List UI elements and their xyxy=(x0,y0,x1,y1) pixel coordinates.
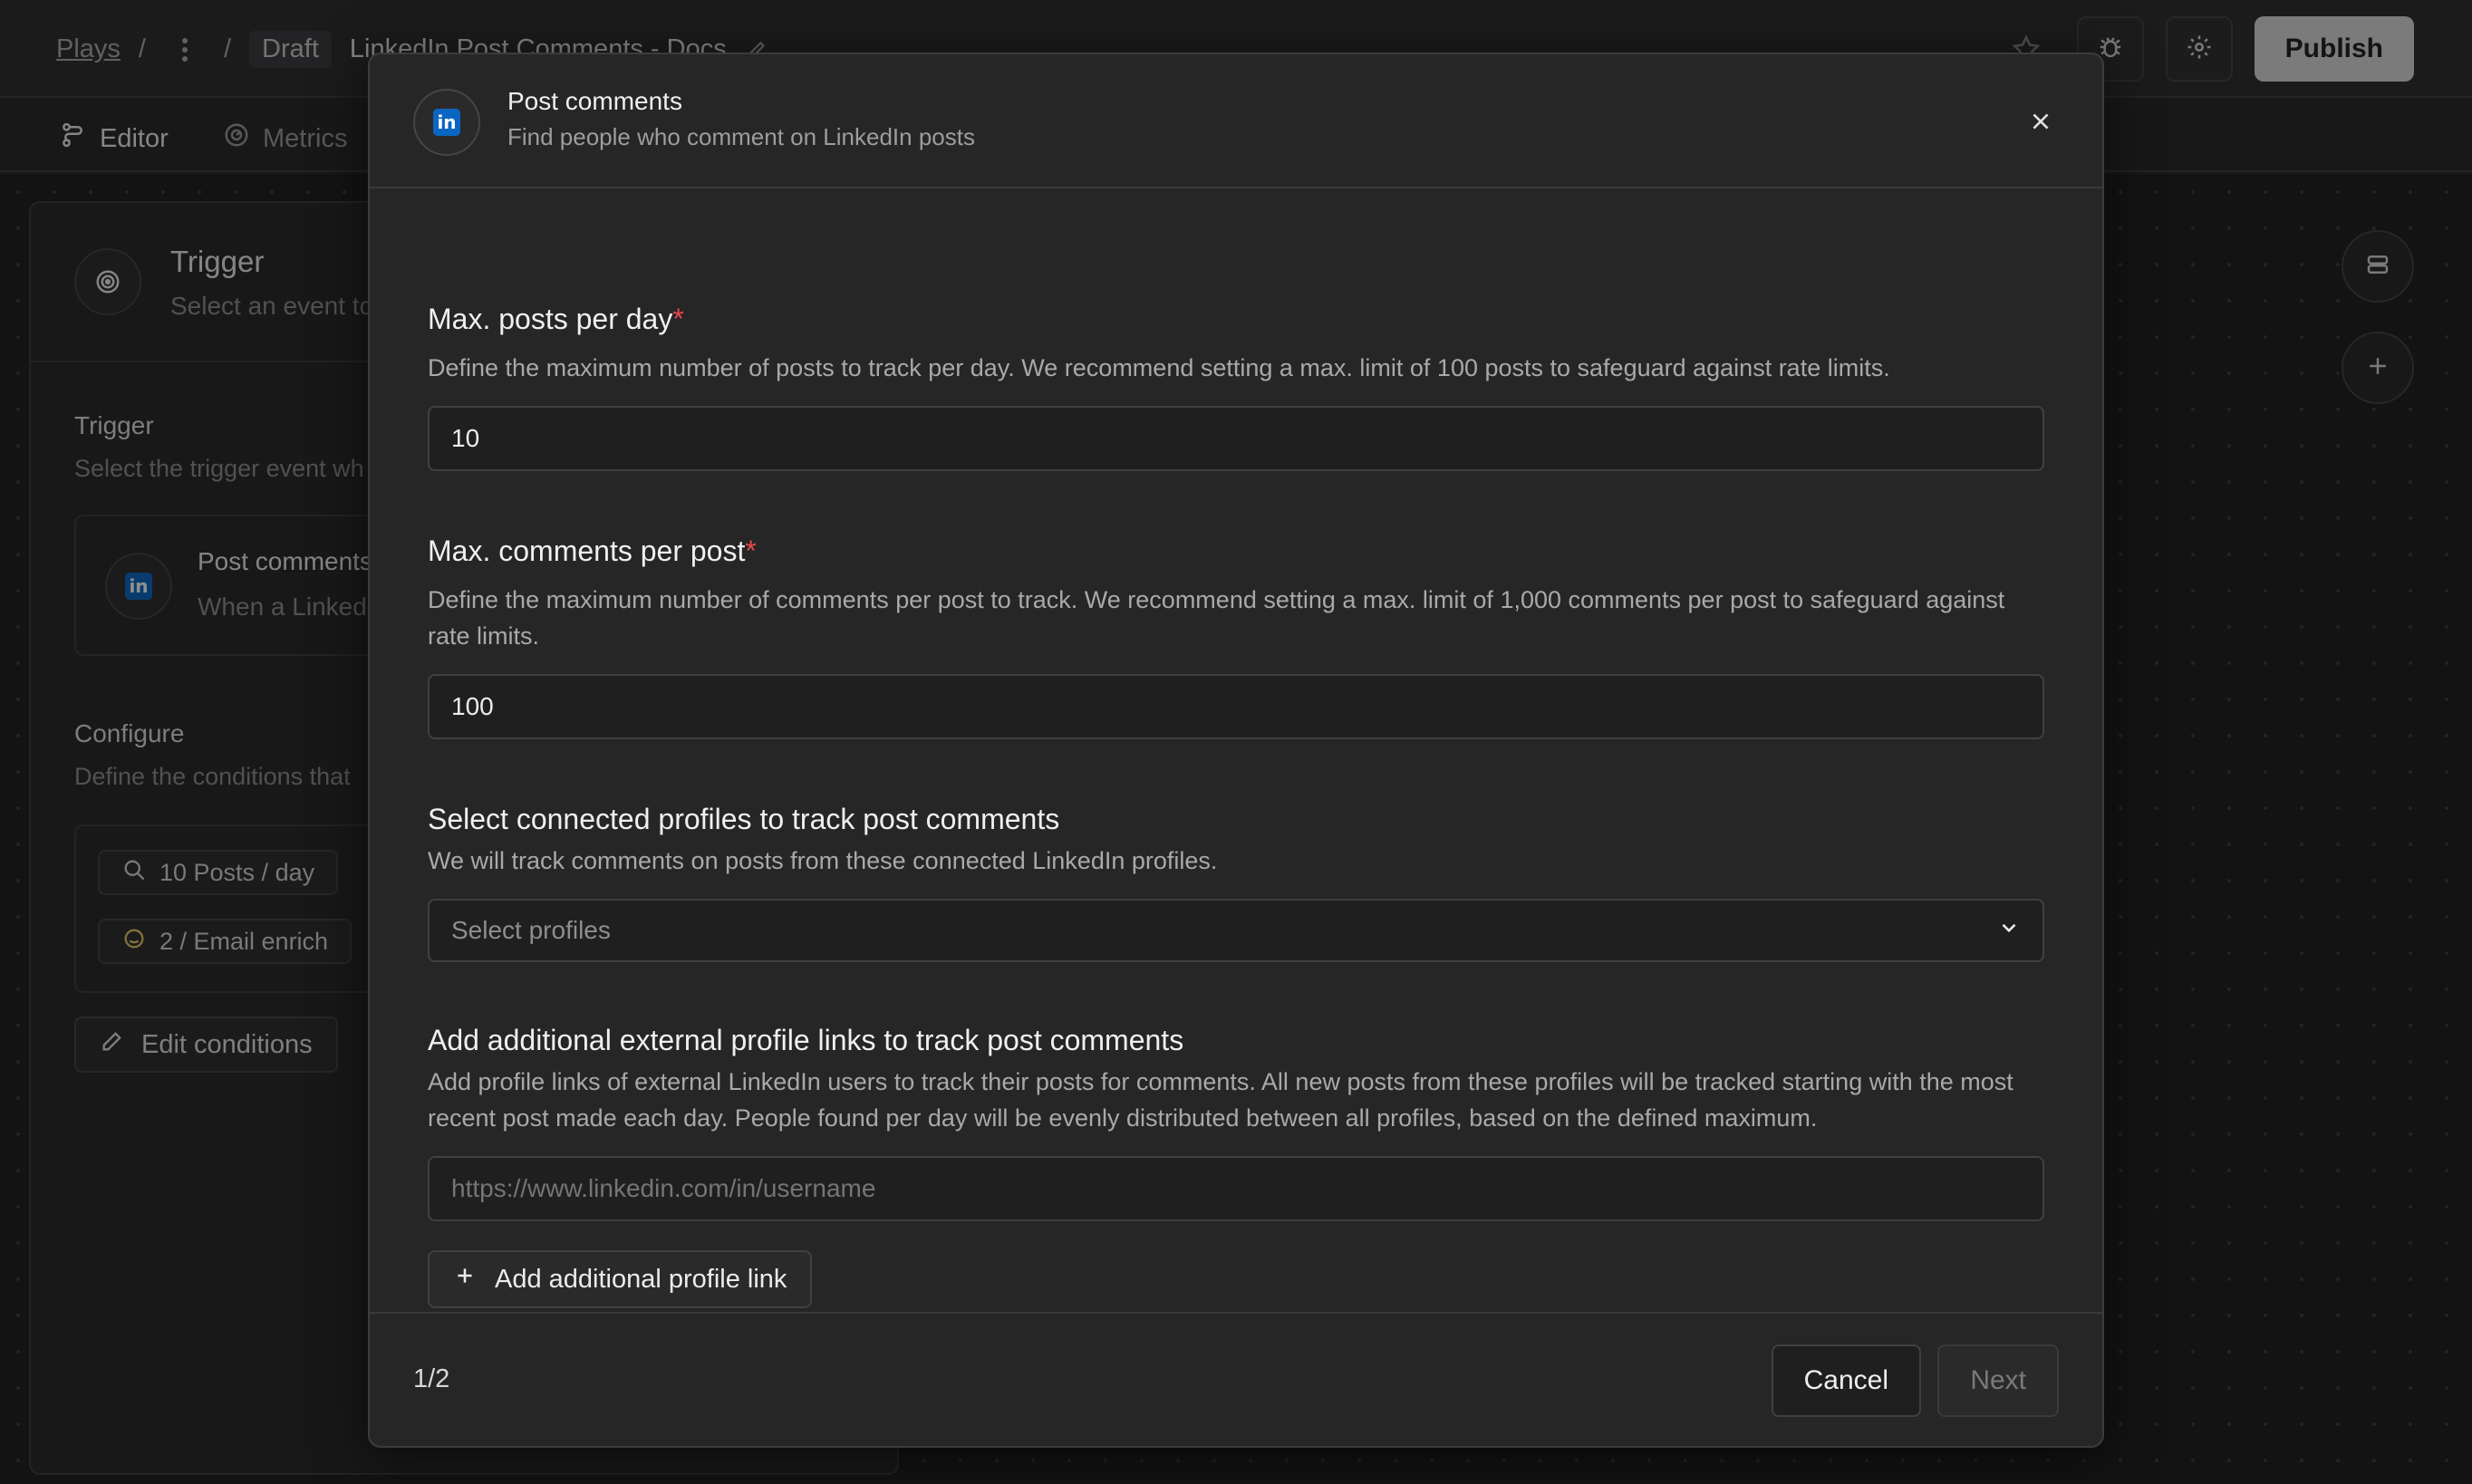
required-marker: * xyxy=(745,535,757,567)
linkedin-logo: in xyxy=(433,109,460,136)
plus-icon xyxy=(453,1264,477,1295)
next-button[interactable]: Next xyxy=(1937,1344,2059,1417)
chevron-down-icon xyxy=(1997,916,2021,946)
profiles-description: We will track comments on posts from the… xyxy=(428,847,1218,874)
max-comments-input[interactable]: 100 xyxy=(428,674,2044,739)
profile-link-input[interactable] xyxy=(428,1156,2044,1221)
linkedin-icon: in xyxy=(413,89,480,156)
post-comments-modal: in Post comments Find people who comment… xyxy=(368,53,2104,1448)
max-comments-label-text: Max. comments per post xyxy=(428,535,746,567)
max-posts-description: Define the maximum number of posts to tr… xyxy=(428,354,1890,381)
max-posts-input[interactable]: 10 xyxy=(428,406,2044,471)
max-comments-label: Max. comments per post* xyxy=(428,535,757,568)
profiles-select-placeholder: Select profiles xyxy=(451,916,611,944)
max-posts-label: Max. posts per day* xyxy=(428,303,684,336)
step-indicator: 1/2 xyxy=(413,1364,450,1393)
add-profile-link-button[interactable]: Add additional profile link xyxy=(428,1250,813,1308)
external-links-label: Add additional external profile links to… xyxy=(428,1024,1184,1056)
profiles-label: Select connected profiles to track post … xyxy=(428,803,1060,835)
modal-subtitle: Find people who comment on LinkedIn post… xyxy=(507,123,975,150)
max-comments-description: Define the maximum number of comments pe… xyxy=(428,586,2005,650)
modal-footer: 1/2 Cancel Next xyxy=(370,1312,2102,1446)
max-posts-label-text: Max. posts per day xyxy=(428,303,673,335)
add-profile-link-label: Add additional profile link xyxy=(495,1264,787,1294)
modal-title: Post comments xyxy=(507,87,682,115)
external-links-description: Add profile links of external LinkedIn u… xyxy=(428,1068,2013,1132)
cancel-button[interactable]: Cancel xyxy=(1771,1344,1921,1417)
profiles-select[interactable]: Select profiles xyxy=(428,899,2044,962)
required-marker: * xyxy=(672,303,684,335)
modal-header: in Post comments Find people who comment… xyxy=(370,54,2102,188)
close-icon[interactable] xyxy=(2024,105,2057,138)
